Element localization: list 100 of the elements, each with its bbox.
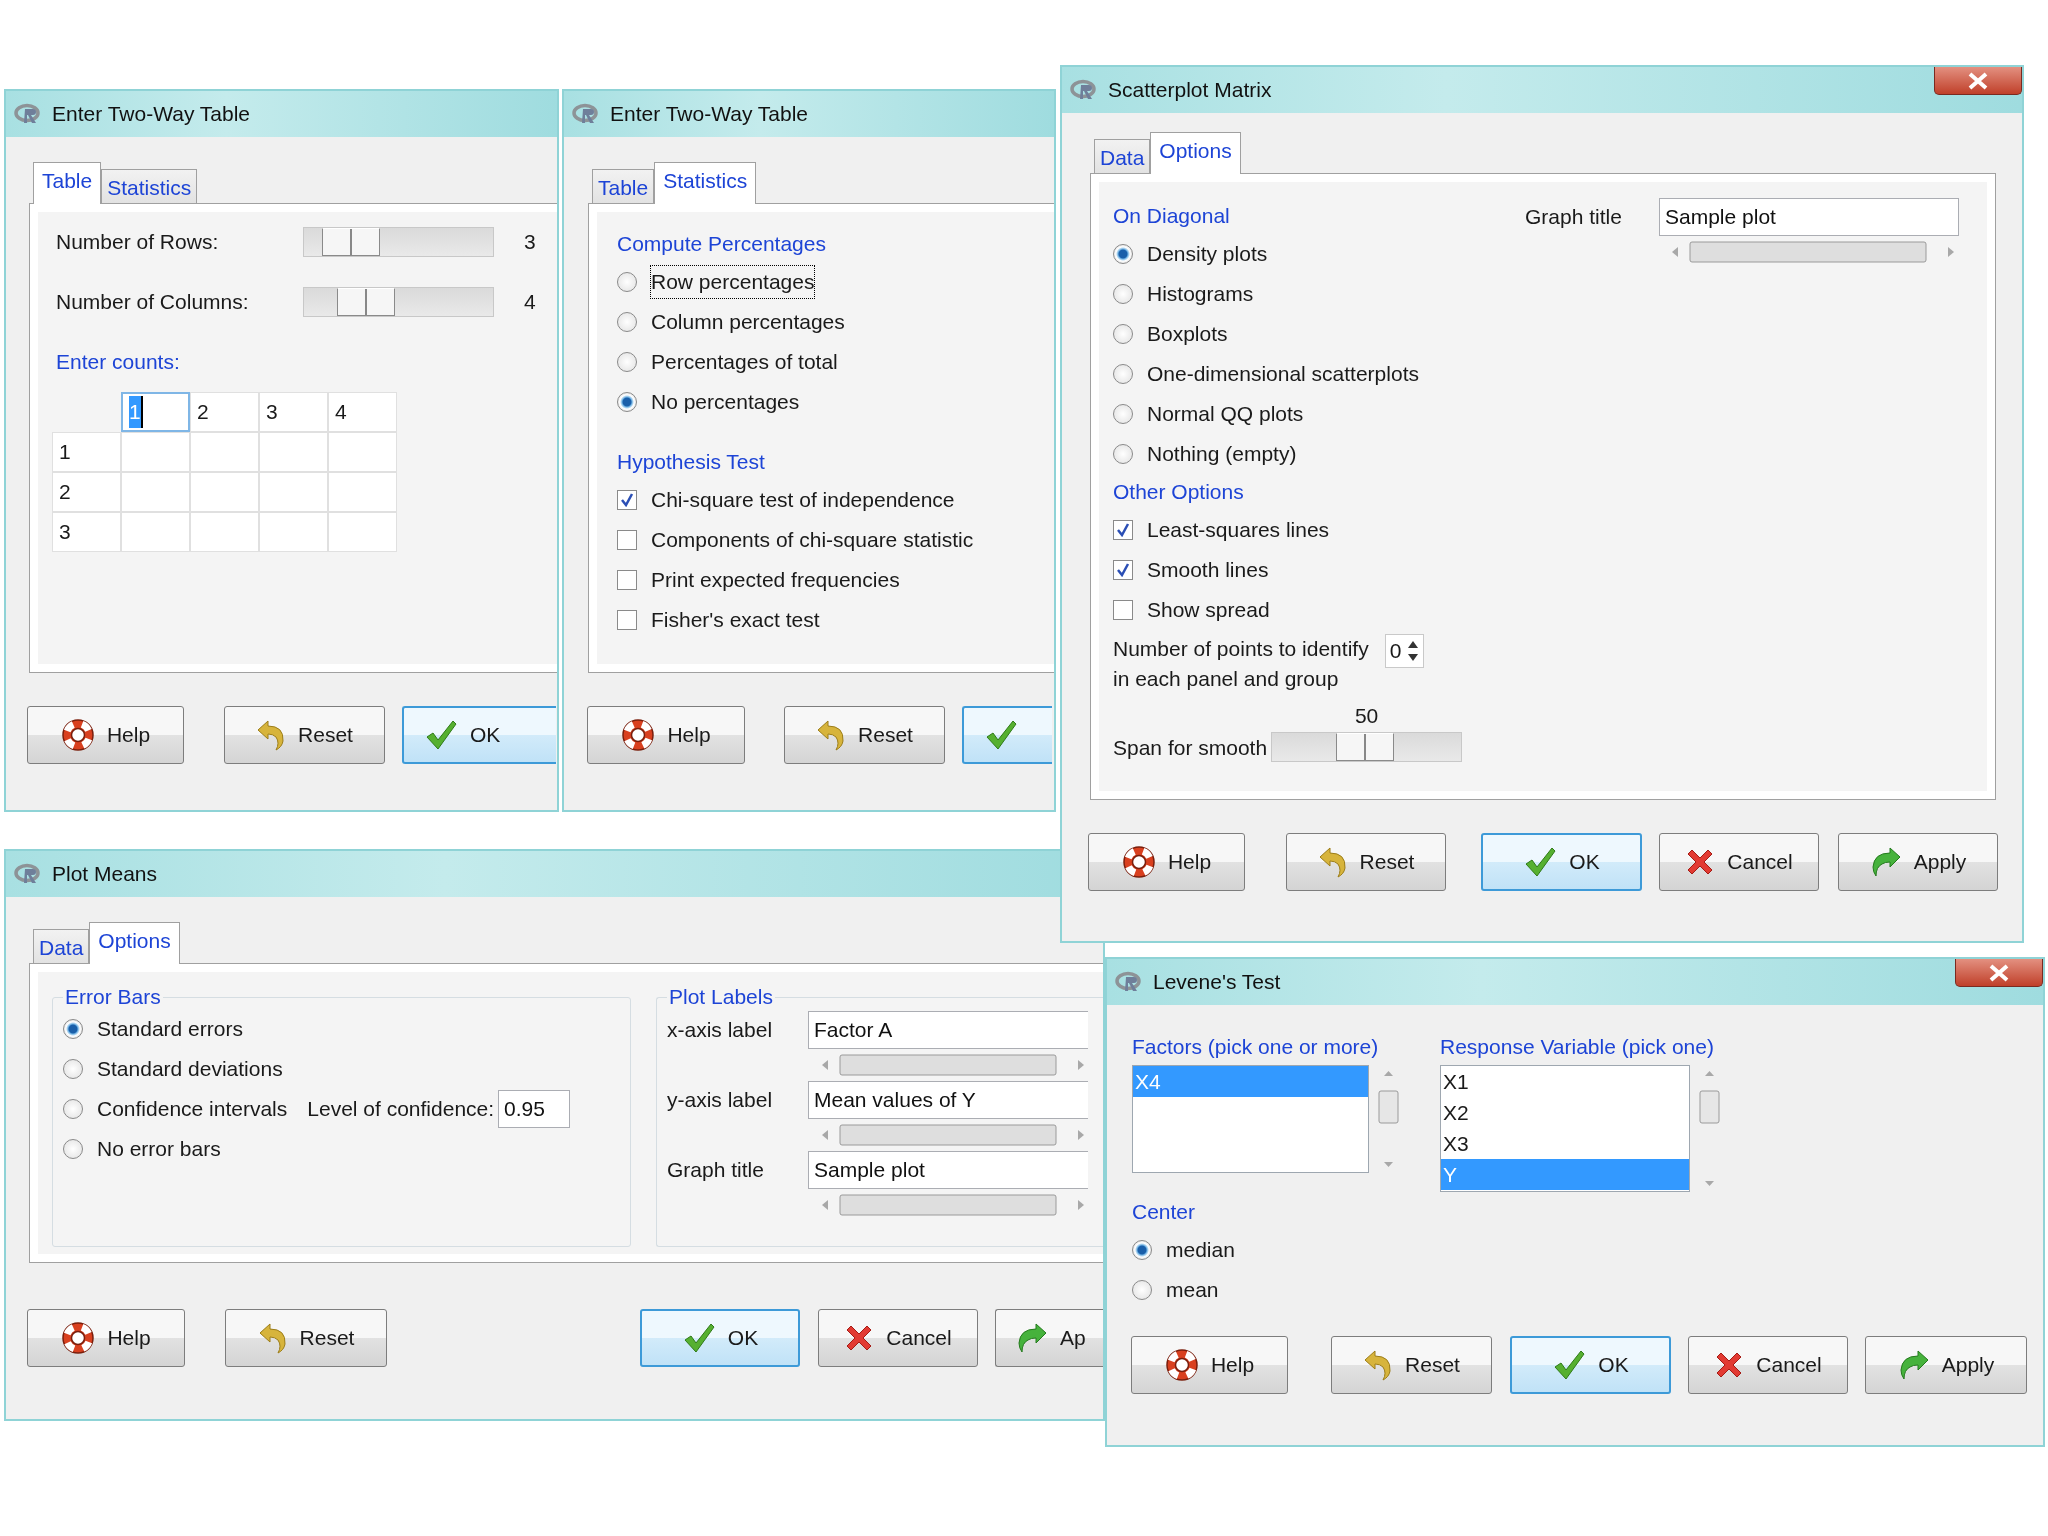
tab[interactable]: Statistics: [654, 162, 757, 204]
apply-button[interactable]: Apply: [1838, 833, 1998, 891]
radio-button[interactable]: [1113, 284, 1133, 304]
option-label: Least-squares lines: [1146, 517, 1331, 544]
section-heading: On Diagonal: [1113, 203, 1230, 230]
checkbox[interactable]: [617, 610, 637, 630]
table-cell[interactable]: [259, 472, 328, 512]
slider-thumb[interactable]: [1336, 732, 1395, 761]
reset-button[interactable]: Reset: [784, 706, 945, 764]
radio-button[interactable]: [617, 272, 637, 292]
group-heading: Plot Labels: [668, 985, 774, 1009]
option-label: Standard deviations: [96, 1056, 284, 1083]
table-cell[interactable]: [190, 472, 259, 512]
list-item[interactable]: X2: [1441, 1097, 1689, 1128]
option-label: No percentages: [650, 389, 801, 416]
option-label: No error bars: [96, 1136, 222, 1163]
column-header[interactable]: 2: [190, 392, 259, 432]
reset-button[interactable]: Reset: [224, 706, 385, 764]
option-label: Show spread: [1146, 597, 1271, 624]
radio-button[interactable]: [1113, 244, 1133, 264]
tab[interactable]: Table: [33, 162, 102, 204]
apply-button[interactable]: Ap: [995, 1309, 1103, 1367]
reset-button[interactable]: Reset: [1286, 833, 1446, 891]
text-field[interactable]: Factor A: [808, 1011, 1088, 1049]
text-field[interactable]: Mean values of Y: [808, 1081, 1088, 1119]
cancel-button[interactable]: Cancel: [1659, 833, 1819, 891]
ok-button[interactable]: OK: [402, 706, 556, 764]
radio-button[interactable]: [1113, 324, 1133, 344]
checkbox[interactable]: [1113, 560, 1133, 580]
help-button[interactable]: Help: [27, 1309, 185, 1367]
close-button[interactable]: [1934, 67, 2022, 95]
slider-thumb[interactable]: [322, 228, 381, 256]
list-item[interactable]: X3: [1441, 1128, 1689, 1159]
help-button[interactable]: Help: [1131, 1336, 1288, 1394]
table-cell[interactable]: [190, 512, 259, 552]
cancel-button[interactable]: Cancel: [1688, 1336, 1848, 1394]
radio-button[interactable]: [1132, 1240, 1152, 1260]
tab[interactable]: Statistics: [101, 169, 198, 203]
column-header[interactable]: 4: [328, 392, 397, 432]
radio-button[interactable]: [617, 352, 637, 372]
slider-thumb[interactable]: [336, 288, 395, 316]
table-cell[interactable]: [121, 512, 190, 552]
table-cell[interactable]: [259, 512, 328, 552]
row-header: 1: [52, 432, 121, 472]
table-cell[interactable]: [259, 432, 328, 472]
list-item[interactable]: X1: [1441, 1066, 1689, 1097]
radio-button[interactable]: [617, 392, 637, 412]
slider-value: 4: [524, 289, 536, 316]
radio-button[interactable]: [63, 1059, 83, 1079]
reset-button[interactable]: Reset: [225, 1309, 387, 1367]
table-cell[interactable]: [328, 472, 397, 512]
tab[interactable]: Data: [1094, 139, 1151, 173]
window-title: Enter Two-Way Table: [610, 101, 809, 128]
apply-button[interactable]: Apply: [1865, 1336, 2027, 1394]
option-label: Smooth lines: [1146, 557, 1270, 584]
column-header[interactable]: 3: [259, 392, 328, 432]
option-label: Print expected frequencies: [650, 567, 901, 594]
ok-button[interactable]: OK: [1481, 833, 1642, 891]
radio-button[interactable]: [1113, 404, 1133, 424]
ok-button[interactable]: OK: [640, 1309, 800, 1367]
table-cell[interactable]: [121, 472, 190, 512]
table-cell[interactable]: [190, 432, 259, 472]
reset-button[interactable]: Reset: [1331, 1336, 1492, 1394]
radio-button[interactable]: [1132, 1280, 1152, 1300]
tab[interactable]: Table: [592, 169, 655, 203]
help-button[interactable]: Help: [587, 706, 745, 764]
number-spinner[interactable]: 0: [1384, 634, 1425, 668]
checkbox[interactable]: [617, 490, 637, 510]
table-cell[interactable]: [121, 432, 190, 472]
radio-button[interactable]: [1113, 364, 1133, 384]
option-label: Percentages of total: [650, 349, 839, 376]
close-button[interactable]: [1955, 959, 2043, 987]
checkbox[interactable]: [617, 570, 637, 590]
ok-button[interactable]: OK: [1510, 1336, 1671, 1394]
ok-button[interactable]: [962, 706, 1052, 764]
radio-button[interactable]: [1113, 444, 1133, 464]
checkbox[interactable]: [1113, 520, 1133, 540]
radio-button[interactable]: [63, 1139, 83, 1159]
option-label: mean: [1165, 1277, 1220, 1304]
radio-button[interactable]: [617, 312, 637, 332]
checkbox[interactable]: [617, 530, 637, 550]
radio-button[interactable]: [63, 1099, 83, 1119]
section-heading: Compute Percentages: [617, 231, 826, 258]
checkbox[interactable]: [1113, 600, 1133, 620]
text-field[interactable]: Sample plot: [808, 1151, 1088, 1189]
help-button[interactable]: Help: [1088, 833, 1245, 891]
tab[interactable]: Options: [89, 922, 180, 964]
curved-arrow-icon: [816, 719, 847, 751]
table-cell[interactable]: [328, 432, 397, 472]
tab[interactable]: Data: [33, 929, 90, 963]
tab[interactable]: Options: [1150, 132, 1241, 174]
text-field[interactable]: 0.95: [498, 1090, 571, 1128]
curved-arrow-icon: [1869, 847, 1902, 877]
table-cell[interactable]: [328, 512, 397, 552]
help-button[interactable]: Help: [27, 706, 184, 764]
cancel-button[interactable]: Cancel: [818, 1309, 978, 1367]
radio-button[interactable]: [63, 1019, 83, 1039]
field-label: Graph title: [1525, 204, 1623, 231]
row-header: 3: [52, 512, 121, 552]
text-field[interactable]: Sample plot: [1659, 198, 1959, 236]
